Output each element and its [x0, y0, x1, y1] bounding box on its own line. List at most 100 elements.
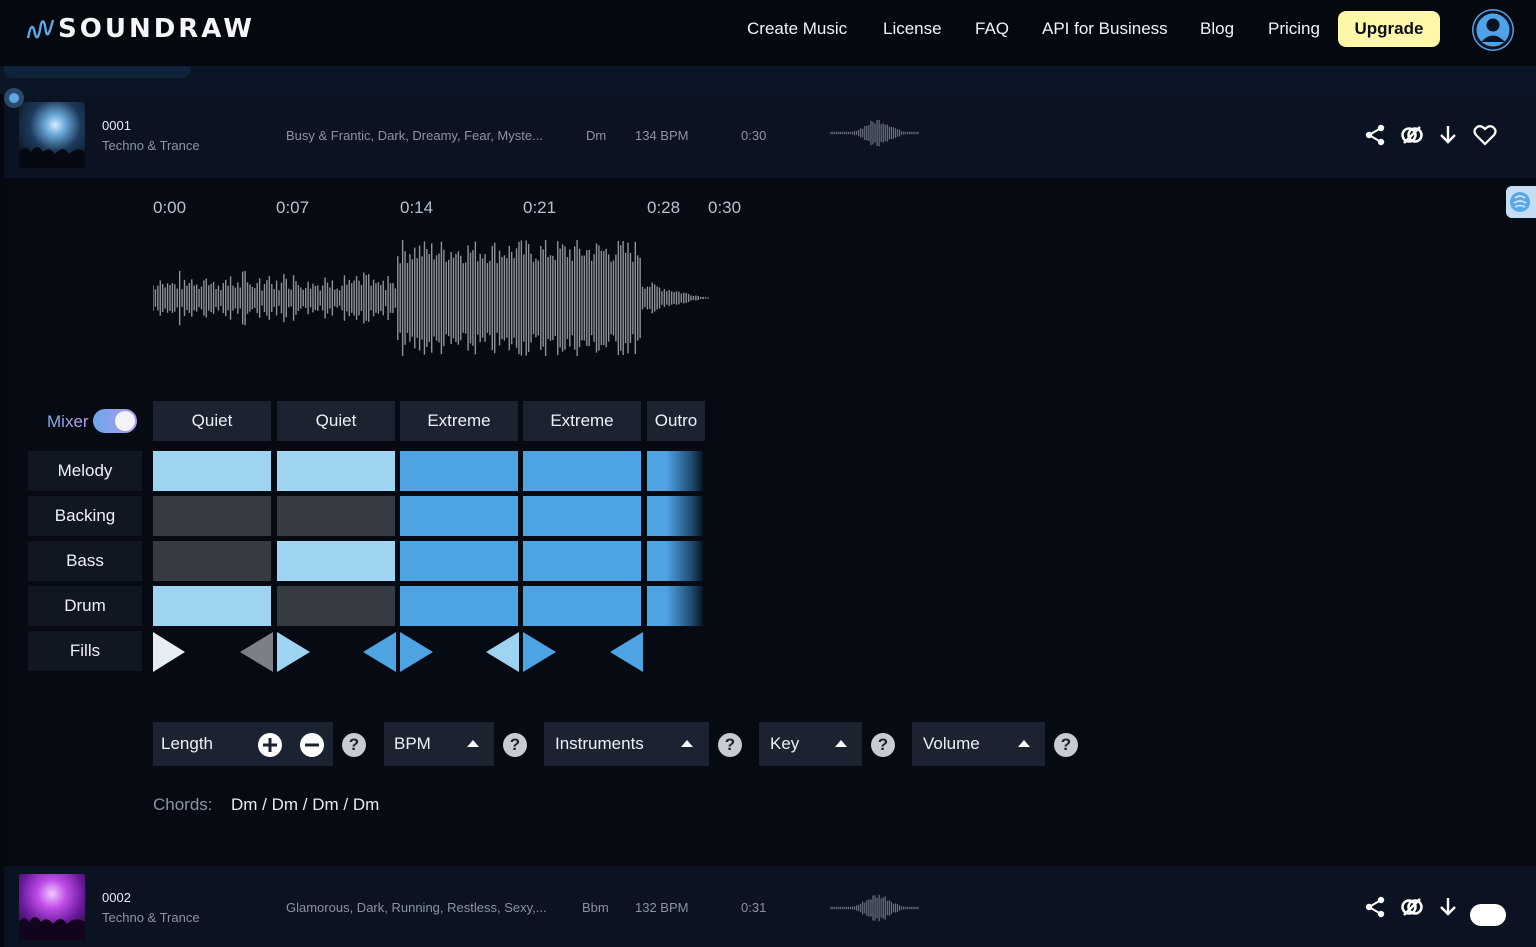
chords-label: Chords: [153, 795, 213, 814]
main-waveform[interactable] [153, 236, 713, 360]
track-mini-waveform[interactable] [830, 893, 920, 923]
instruments-label: Instruments [555, 734, 644, 753]
track-key: Dm [586, 128, 607, 143]
mixer-cell[interactable] [400, 586, 518, 626]
chat-bubble-icon[interactable] [1470, 904, 1506, 926]
mixer-cell[interactable] [153, 586, 271, 626]
playhead-handle[interactable] [4, 88, 24, 108]
row-label-melody: Melody [28, 451, 142, 491]
track-row[interactable]: 0002 Techno & Trance Glamorous, Dark, Ru… [4, 866, 1536, 947]
mixer-cell[interactable] [277, 586, 395, 626]
fill-marker[interactable] [486, 632, 519, 672]
nav-create-music[interactable]: Create Music [747, 19, 847, 39]
upgrade-button[interactable]: Upgrade [1338, 11, 1440, 47]
section-head[interactable]: Extreme [400, 401, 518, 441]
share-icon[interactable] [1363, 123, 1387, 147]
mixer-cell[interactable] [153, 496, 271, 536]
help-icon[interactable]: ? [718, 733, 742, 757]
section-head[interactable]: Quiet [277, 401, 395, 441]
timeline-mark: 0:30 [708, 198, 742, 217]
track-genre[interactable]: Techno & Trance [102, 910, 200, 925]
caret-up-icon [681, 740, 693, 747]
nav-api-for-business[interactable]: API for Business [1042, 19, 1168, 39]
track-thumbnail[interactable] [19, 102, 85, 168]
mixer-cell[interactable] [277, 451, 395, 491]
track-number: 0002 [102, 890, 131, 905]
mixer-cell[interactable] [647, 496, 703, 536]
help-icon[interactable]: ? [871, 733, 895, 757]
mixer-cell[interactable] [523, 586, 641, 626]
timeline-mark: 0:14 [400, 198, 434, 217]
mixer-cell[interactable] [400, 451, 518, 491]
mixer-cell[interactable] [523, 541, 641, 581]
timeline-mark: 0:00 [153, 198, 187, 217]
top-nav-bar: SOUNDRAW Create Music License FAQ API fo… [0, 0, 1536, 62]
row-label-bass: Bass [28, 541, 142, 581]
mixer-toggle[interactable] [93, 409, 137, 433]
section-head[interactable]: Outro [647, 401, 705, 441]
track-row[interactable]: 0001 Techno & Trance Busy & Frantic, Dar… [4, 94, 1536, 178]
nav-pricing[interactable]: Pricing [1268, 19, 1320, 39]
length-plus-icon[interactable] [257, 732, 283, 758]
length-minus-icon[interactable] [299, 732, 325, 758]
track-key: Bbm [582, 900, 609, 915]
key-dropdown[interactable]: Key [759, 722, 862, 766]
track-genre[interactable]: Techno & Trance [102, 138, 200, 153]
favorite-heart-icon[interactable] [1473, 123, 1497, 147]
download-icon[interactable] [1436, 123, 1460, 147]
nav-blog[interactable]: Blog [1200, 19, 1234, 39]
fill-marker[interactable] [610, 632, 643, 672]
fill-marker[interactable] [363, 632, 396, 672]
track-mini-waveform[interactable] [830, 118, 920, 148]
mixer-cell[interactable] [277, 541, 395, 581]
track-bpm: 132 BPM [635, 900, 689, 915]
user-avatar-icon[interactable] [1472, 9, 1514, 51]
side-assistant-icon[interactable] [1506, 186, 1536, 218]
caret-up-icon [1018, 740, 1030, 747]
similar-tracks-icon[interactable] [1400, 123, 1424, 147]
row-label-drum: Drum [28, 586, 142, 626]
mixer-cell[interactable] [153, 451, 271, 491]
fill-marker[interactable] [277, 632, 310, 672]
mixer-cell[interactable] [153, 541, 271, 581]
fill-marker[interactable] [153, 632, 185, 672]
help-icon[interactable]: ? [503, 733, 527, 757]
bpm-dropdown[interactable]: BPM [384, 722, 494, 766]
nav-license[interactable]: License [883, 19, 942, 39]
share-icon[interactable] [1363, 895, 1387, 919]
mixer-cell[interactable] [400, 496, 518, 536]
bpm-label: BPM [394, 734, 431, 753]
logo-text: SOUNDRAW [58, 14, 255, 44]
similar-tracks-icon[interactable] [1400, 895, 1424, 919]
mixer-cell[interactable] [523, 496, 641, 536]
mixer-cell[interactable] [400, 541, 518, 581]
mixer-toggle-knob [115, 411, 135, 431]
mixer-label: Mixer [47, 412, 89, 431]
fill-marker[interactable] [400, 632, 433, 672]
length-control: Length [153, 722, 333, 766]
mixer-cell[interactable] [647, 541, 703, 581]
soundraw-logo[interactable]: SOUNDRAW [26, 14, 255, 44]
section-head[interactable]: Quiet [153, 401, 271, 441]
track-thumbnail[interactable] [19, 874, 85, 940]
volume-label: Volume [923, 734, 980, 753]
instruments-dropdown[interactable]: Instruments [544, 722, 709, 766]
timeline-mark: 0:07 [276, 198, 310, 217]
help-icon[interactable]: ? [1054, 733, 1078, 757]
mixer-cell[interactable] [647, 586, 703, 626]
help-icon[interactable]: ? [342, 733, 366, 757]
fills-row [153, 632, 643, 672]
download-icon[interactable] [1436, 895, 1460, 919]
mixer-cell[interactable] [523, 451, 641, 491]
length-label: Length [161, 734, 213, 753]
timeline-mark: 0:21 [523, 198, 557, 217]
section-head[interactable]: Extreme [523, 401, 641, 441]
nav-faq[interactable]: FAQ [975, 19, 1009, 39]
volume-dropdown[interactable]: Volume [912, 722, 1045, 766]
mixer-cell[interactable] [277, 496, 395, 536]
mixer-cell[interactable] [647, 451, 703, 491]
fill-marker[interactable] [240, 632, 273, 672]
logo-wave-icon [26, 19, 55, 39]
track-duration: 0:30 [741, 128, 767, 143]
fill-marker[interactable] [523, 632, 556, 672]
